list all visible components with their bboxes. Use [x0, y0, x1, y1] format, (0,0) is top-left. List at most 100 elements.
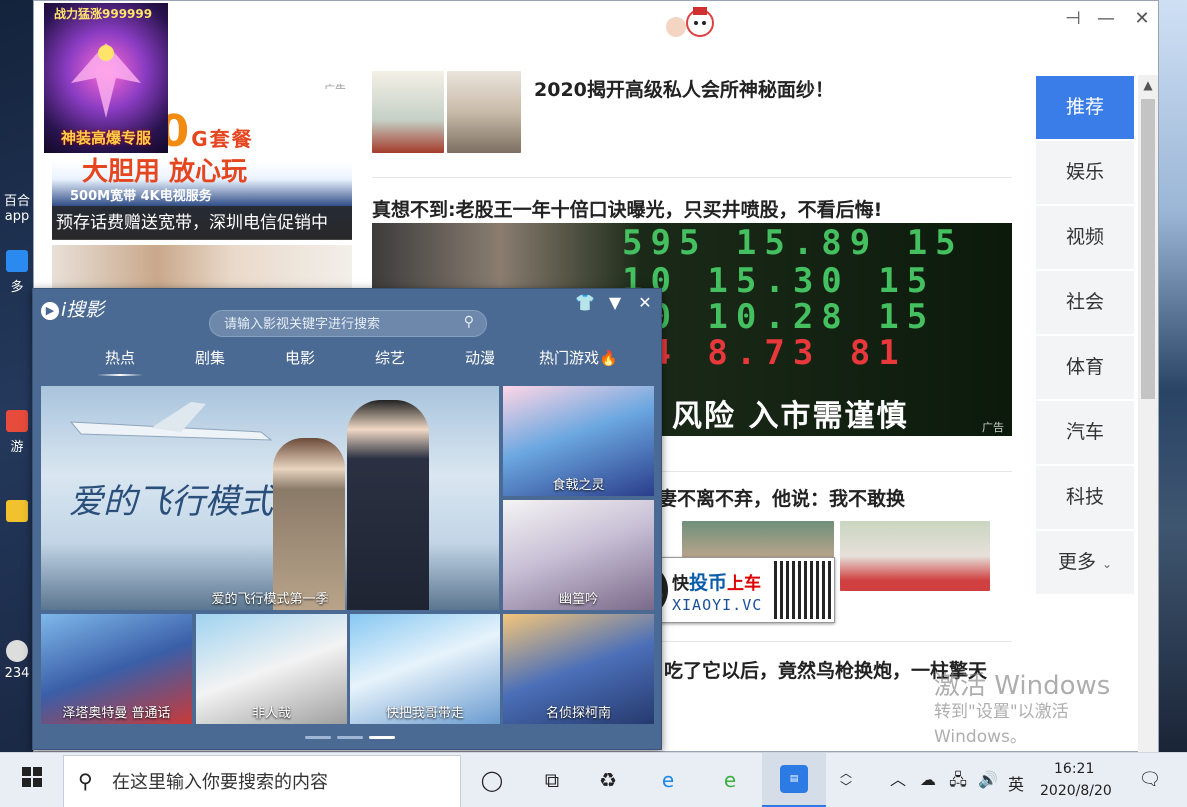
carousel-dot-active[interactable]: [369, 736, 395, 739]
app-360-icon[interactable]: ♻: [594, 766, 622, 794]
tile-caption: 泽塔奥特曼 普通话: [62, 706, 171, 721]
article-title[interactable]: 妻不离不弃，他说：我不敢换: [658, 484, 905, 511]
anime-tile[interactable]: 泽塔奥特曼 普通话: [41, 614, 192, 724]
desktop-icon-234[interactable]: 234: [0, 640, 34, 681]
game-ad[interactable]: 战力猛涨999999 神装高爆专服: [44, 3, 168, 153]
cloud-icon[interactable]: ☁: [914, 766, 942, 794]
pin-button[interactable]: ⊣: [1060, 7, 1086, 31]
notifications-icon[interactable]: 🗨: [1136, 766, 1164, 794]
article-title[interactable]: 真想不到:老股王一年十倍口诀曝光，只买井喷股，不看后悔!: [372, 195, 882, 222]
mascot-icon: [666, 7, 714, 37]
game-ad-top-text: 战力猛涨999999: [54, 7, 153, 21]
nav-item-society[interactable]: 社会: [1036, 271, 1134, 334]
ad-label: 广告: [982, 421, 1004, 434]
search-input[interactable]: [224, 315, 454, 333]
search-icon[interactable]: ⚲: [464, 314, 474, 330]
xiaoyi-domain: XIAOYI.VC: [672, 596, 763, 614]
actor-figure: [347, 400, 429, 610]
clock-date[interactable]: 2020/8/20: [1040, 783, 1112, 799]
airplane-icon: [69, 402, 273, 441]
tab-movie[interactable]: 电影: [285, 347, 315, 368]
taskbar-scroll-icon[interactable]: ︿ ﹀: [832, 766, 860, 794]
anime-tile[interactable]: 快把我哥带走: [350, 614, 500, 724]
nav-item-tech[interactable]: 科技: [1036, 466, 1134, 529]
tile-caption: 幽篁吟: [558, 592, 598, 607]
search-input[interactable]: [112, 770, 442, 794]
desktop-icon-label: app: [4, 209, 30, 224]
browser-360-icon[interactable]: e: [716, 766, 744, 794]
hero-tile[interactable]: 爱的飞行模式 爱的飞行模式第一季: [41, 386, 499, 610]
chevron-down-icon: ⌄: [1102, 557, 1113, 571]
nav-item-entertainment[interactable]: 娱乐: [1036, 141, 1134, 204]
ie-icon[interactable]: e: [654, 766, 682, 794]
tile-caption: 名侦探柯南: [545, 706, 611, 721]
scroll-thumb[interactable]: [1141, 99, 1155, 399]
news-app-taskbar-button[interactable]: ▤: [762, 753, 826, 807]
app-icon: [6, 250, 28, 272]
windows-start-icon[interactable]: [18, 766, 46, 794]
anime-tile[interactable]: 非人哉: [196, 614, 347, 724]
nav-item-auto[interactable]: 汽车: [1036, 401, 1134, 464]
isouying-search[interactable]: ⚲: [209, 310, 487, 337]
ime-indicator[interactable]: 英: [1008, 771, 1024, 795]
divider: [372, 177, 1012, 178]
stock-caption: 风险 入市需谨慎: [672, 399, 909, 434]
actress-figure: [273, 438, 345, 610]
tab-hot[interactable]: 热点: [96, 347, 144, 376]
nav-more-label: 更多: [1057, 551, 1096, 573]
ad-slogan: 大胆用 放心玩: [82, 157, 248, 187]
desktop-icon-app2[interactable]: 多: [0, 250, 34, 295]
activation-watermark-text: 转到"设置"以激活 Windows。: [934, 702, 1069, 747]
clock-time[interactable]: 16:21: [1054, 761, 1094, 777]
close-icon[interactable]: ✕: [634, 293, 656, 312]
isouying-window: ▶i搜影 ⚲ 👕 ▼ ✕ 热点 剧集 电影 综艺 动漫 热门游戏🔥 爱的飞行模式…: [32, 288, 662, 750]
nav-item-video[interactable]: 视频: [1036, 206, 1134, 269]
nav-item-more[interactable]: 更多 ⌄: [1036, 531, 1134, 594]
scroll-up-icon[interactable]: ▲: [1138, 75, 1158, 95]
hero-title: 爱的飞行模式: [69, 482, 273, 522]
menu-dropdown-icon[interactable]: ▼: [604, 293, 626, 312]
stock-row: 595 15.89 15: [622, 223, 964, 263]
anime-tile[interactable]: 幽篁吟: [503, 500, 654, 610]
cortana-icon[interactable]: ◯: [478, 766, 506, 794]
carousel-dot[interactable]: [305, 736, 331, 739]
game-ad-bottom-text: 神装高爆专服: [60, 129, 151, 147]
close-icon: ✕: [1134, 8, 1150, 29]
anime-tile[interactable]: 名侦探柯南: [503, 614, 654, 724]
nav-item-recommend[interactable]: 推荐: [1036, 76, 1134, 139]
search-icon: ⚲: [78, 769, 93, 793]
tab-hot-games[interactable]: 热门游戏🔥: [539, 347, 618, 368]
article-title[interactable]: 2020揭开高级私人会所神秘面纱！: [534, 75, 834, 102]
anime-tile[interactable]: 食戟之灵: [503, 386, 654, 496]
pin-icon: ⊣: [1065, 8, 1081, 29]
taskbar-search[interactable]: ⚲: [63, 755, 461, 807]
app-icon: [6, 640, 28, 662]
task-view-icon[interactable]: ⧉: [538, 766, 566, 794]
article-thumb[interactable]: [447, 71, 521, 153]
network-icon[interactable]: 🖧: [944, 766, 972, 794]
isouying-tabs: 热点 剧集 电影 综艺 动漫 热门游戏🔥: [33, 345, 663, 376]
article-thumb[interactable]: [840, 521, 990, 591]
desktop-wallpaper-edge: [1159, 0, 1187, 752]
carousel-dot[interactable]: [337, 736, 363, 739]
ad-caption[interactable]: 预存话费赠送宽带，深圳电信促销中: [52, 206, 352, 240]
folder-icon: [6, 500, 28, 522]
scrollbar[interactable]: ▲: [1138, 75, 1158, 753]
close-button[interactable]: ✕: [1129, 7, 1155, 31]
tab-series[interactable]: 剧集: [195, 347, 225, 368]
desktop-icon-folder[interactable]: [0, 500, 34, 526]
desktop-icon-baihe[interactable]: 百合 app: [0, 190, 34, 224]
taskbar: ⚲ ◯ ⧉ ♻ e e ▤ ︿﹀ ︿ ☁ 🖧 🔊 英 16:21 2020/8/…: [0, 752, 1187, 807]
nav-item-sports[interactable]: 体育: [1036, 336, 1134, 399]
tab-anime[interactable]: 动漫: [465, 347, 495, 368]
show-hidden-icons-icon[interactable]: ︿: [884, 766, 912, 794]
desktop-icon-label: 百合: [3, 194, 30, 209]
desktop-icon-game[interactable]: 游: [0, 410, 34, 455]
isouying-logo: ▶ i搜影: [41, 295, 104, 322]
volume-icon[interactable]: 🔊: [974, 766, 1002, 794]
tab-variety[interactable]: 综艺: [375, 347, 405, 368]
skin-icon[interactable]: 👕: [574, 293, 596, 312]
minimize-button[interactable]: —: [1093, 7, 1119, 31]
article-thumb[interactable]: [372, 71, 444, 153]
category-nav: 推荐 娱乐 视频 社会 体育 汽车 科技 更多 ⌄: [1036, 76, 1134, 596]
